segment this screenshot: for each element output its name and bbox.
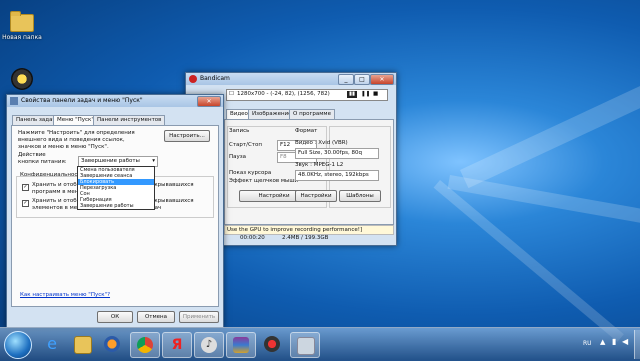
yandex-icon: Я [171,337,183,353]
start-menu-tab-content: Нажмите "Настроить" для определения внеш… [11,125,219,307]
tab-toolbars[interactable]: Панели инструментов [93,115,166,125]
network-icon[interactable]: ▮ [612,338,616,346]
resolution-checkbox-icon[interactable]: ☐ [229,91,234,98]
apply-button[interactable]: Применить [179,311,219,323]
start-button[interactable] [4,331,32,359]
ok-button[interactable]: ОК [97,311,133,323]
record-time: 00:00:20 [240,235,265,241]
close-button[interactable]: ✕ [370,74,394,85]
folder-icon [10,11,34,32]
pause-label: Пауза [229,154,247,160]
taskbar-yandex[interactable]: Я [162,332,192,358]
format-settings-button[interactable]: Настройки [295,190,337,202]
recent-items-checkbox[interactable]: ✓ [22,200,29,207]
video-info: Full Size, 30.00fps, 80q [295,148,379,159]
templates-button[interactable]: Шаблоны [339,190,381,202]
gpu-tip[interactable]: Use the GPU to improve recording perform… [224,225,394,235]
minimize-button[interactable]: _ [338,74,354,85]
properties-window-icon [10,97,18,105]
target-area-bar[interactable]: ☐ 1280x700 - (-24, 82), (1256, 782) ▮▮ ❚… [226,89,388,101]
status-bar: 00:00:20 2.4MB / 199.3GB [224,235,392,243]
properties-title: Свойства панели задач и меню "Пуск" [21,97,143,104]
bandicam-titlebar: Bandicam _ □ ✕ [186,73,396,85]
show-desktop-button[interactable] [634,330,640,359]
taskbar-explorer[interactable] [68,332,96,356]
cancel-button[interactable]: Отмена [137,311,175,323]
desktop-icon-bandicam[interactable] [2,68,42,92]
properties-close-button[interactable]: ✕ [197,96,221,107]
taskbar-chrome[interactable] [130,332,160,358]
customize-button[interactable]: Настроить... [164,130,210,142]
bandicam-logo-icon [189,75,197,83]
taskbar: e Я ♪ RU ▲ ▮ ◀ [0,327,640,361]
video-codec: Видео : Xvid (VBR) [295,140,348,146]
taskbar-audio[interactable]: ♪ [194,332,224,358]
dropdown-option[interactable]: Завершение работы [78,203,154,209]
maximize-button[interactable]: □ [354,74,370,85]
stop-icon[interactable]: ■ [373,91,378,98]
audio-icon: ♪ [201,337,217,353]
resolution-text: 1280x700 - (-24, 82), (1256, 782) [237,91,330,97]
power-button-label: Действие кнопки питания: [18,152,67,165]
rec-pause-icon[interactable]: ▮▮ [347,91,358,98]
power-action-dropdown[interactable]: Смена пользователя Завершение сеанса Бло… [77,166,155,210]
desktop-icon-new-folder[interactable]: Новая папка [2,11,42,41]
taskbar-winrar[interactable] [226,332,256,358]
audio-codec: Звук : MPEG-1 L2 [295,162,344,168]
ie-icon: e [47,334,57,353]
media-player-icon [104,336,120,352]
customize-description: Нажмите "Настроить" для определения внеш… [18,130,135,150]
chrome-icon [137,337,153,353]
winrar-icon [233,337,249,353]
properties-titlebar: Свойства панели задач и меню "Пуск" ✕ [7,95,223,107]
taskbar-media-player[interactable] [98,332,126,356]
paint-icon [264,336,280,352]
tab-about[interactable]: О программе [289,109,335,119]
chevron-down-icon: ▾ [152,158,155,164]
cursor-label: Показ курсора [229,170,272,176]
pause-icon[interactable]: ❚❚ [361,91,370,98]
taskbar-properties-window: Свойства панели задач и меню "Пуск" ✕ Па… [6,94,224,328]
record-group-label: Запись [229,128,250,134]
taskbar-paint[interactable] [258,332,286,356]
taskbar-ie[interactable]: e [38,332,66,356]
desktop-icon-label: Новая папка [2,34,42,41]
language-indicator[interactable]: RU [583,340,592,347]
bandicam-icon [11,68,33,90]
record-size: 2.4MB / 199.3GB [282,235,329,241]
volume-icon[interactable]: ◀ [622,338,628,346]
format-group-label: Формат [295,128,318,134]
help-link[interactable]: Как настраивать меню "Пуск"? [20,292,110,299]
bandicam-title: Bandicam [200,75,230,82]
control-panel-icon [297,337,315,355]
recent-programs-checkbox[interactable]: ✓ [22,184,29,191]
explorer-icon [74,336,92,354]
tray-arrow-icon[interactable]: ▲ [600,339,605,346]
audio-info: 48.0KHz, stereo, 192kbps [295,170,379,181]
click-effect-label: Эффект щелчков мыши [229,178,299,184]
bandicam-content: Запись Старт/Стоп F12 Пауза F8 Показ кур… [224,119,394,225]
hotkey-label: Старт/Стоп [229,142,262,148]
taskbar-bandicam[interactable] [290,332,320,358]
